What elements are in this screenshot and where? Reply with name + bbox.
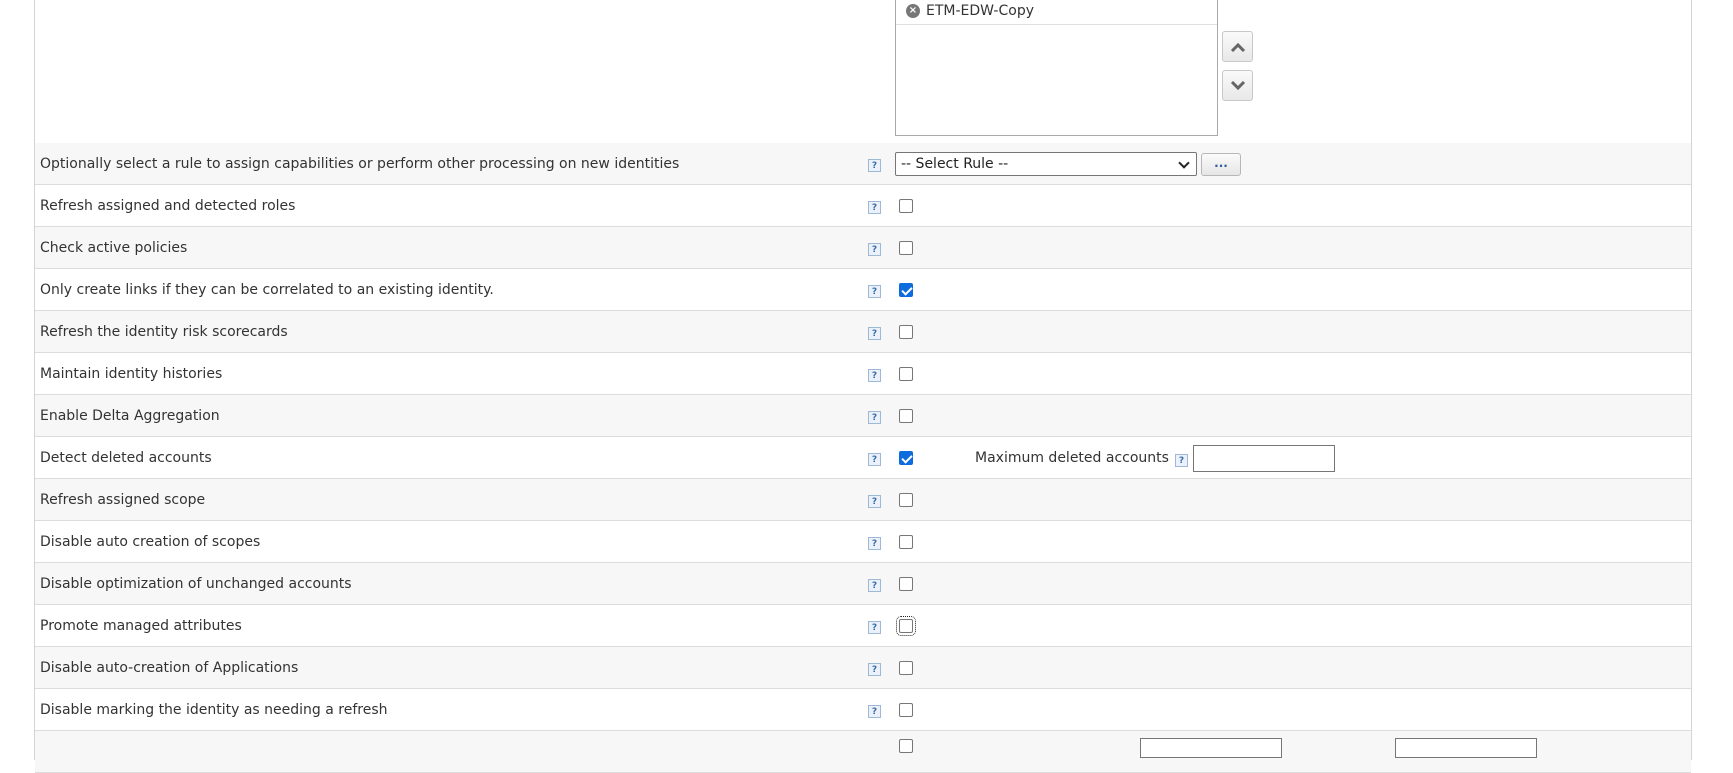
option-label: Refresh assigned and detected roles — [40, 198, 296, 214]
help-icon[interactable]: ? — [868, 327, 881, 340]
help-icon[interactable]: ? — [868, 159, 881, 172]
option-row-risk-scorecards: Refresh the identity risk scorecards ? — [35, 311, 1691, 353]
disable-applications-checkbox[interactable] — [899, 661, 913, 675]
list-item[interactable]: × ETM-EDW-Copy — [896, 0, 1217, 25]
option-row-refresh-scope: Refresh assigned scope ? — [35, 479, 1691, 521]
correlated-links-checkbox[interactable] — [899, 283, 913, 297]
rule-select-row: Optionally select a rule to assign capab… — [35, 143, 1691, 185]
help-icon[interactable]: ? — [868, 579, 881, 592]
move-up-button[interactable] — [1222, 31, 1253, 62]
help-icon[interactable]: ? — [1175, 454, 1188, 467]
disable-optimization-checkbox[interactable] — [899, 577, 913, 591]
option-label: Detect deleted accounts — [40, 450, 212, 466]
refresh-scope-checkbox[interactable] — [899, 493, 913, 507]
partial-checkbox[interactable] — [899, 739, 913, 753]
help-icon[interactable]: ? — [868, 495, 881, 508]
option-label: Promote managed attributes — [40, 618, 242, 634]
delta-aggregation-checkbox[interactable] — [899, 409, 913, 423]
help-icon[interactable]: ? — [868, 705, 881, 718]
option-label: Only create links if they can be correla… — [40, 282, 494, 298]
help-icon[interactable]: ? — [868, 453, 881, 466]
option-row-partial — [35, 731, 1691, 773]
task-options-form: × ETM-EDW-Copy Optionally select a rule … — [34, 0, 1692, 773]
application-list-row: × ETM-EDW-Copy — [35, 0, 1691, 144]
check-policies-checkbox[interactable] — [899, 241, 913, 255]
chevron-up-icon — [1230, 42, 1245, 52]
help-icon[interactable]: ? — [868, 201, 881, 214]
rule-select-value: -- Select Rule -- — [901, 156, 1009, 172]
option-row-correlated-links: Only create links if they can be correla… — [35, 269, 1691, 311]
option-row-delta-aggregation: Enable Delta Aggregation ? — [35, 395, 1691, 437]
help-icon[interactable]: ? — [868, 243, 881, 256]
max-deleted-label: Maximum deleted accounts — [975, 450, 1169, 466]
rule-select[interactable]: -- Select Rule -- — [895, 152, 1197, 176]
option-row-refresh-roles: Refresh assigned and detected roles ? — [35, 185, 1691, 227]
chevron-down-icon — [1178, 157, 1190, 169]
help-icon[interactable]: ? — [868, 537, 881, 550]
option-label: Maintain identity histories — [40, 366, 223, 382]
help-icon[interactable]: ? — [868, 285, 881, 298]
rule-select-label: Optionally select a rule to assign capab… — [40, 156, 680, 172]
option-row-promote-attributes: Promote managed attributes ? — [35, 605, 1691, 647]
option-row-disable-optimization: Disable optimization of unchanged accoun… — [35, 563, 1691, 605]
option-label: Disable marking the identity as needing … — [40, 702, 388, 718]
partial-input[interactable] — [1395, 738, 1537, 758]
promote-attributes-checkbox[interactable] — [896, 616, 916, 636]
option-row-disable-applications: Disable auto-creation of Applications ? — [35, 647, 1691, 689]
option-label: Disable optimization of unchanged accoun… — [40, 576, 352, 592]
chevron-down-icon — [1230, 80, 1245, 90]
option-label: Check active policies — [40, 240, 188, 256]
option-row-identity-histories: Maintain identity histories ? — [35, 353, 1691, 395]
list-item-label: ETM-EDW-Copy — [926, 2, 1034, 19]
option-label: Enable Delta Aggregation — [40, 408, 220, 424]
help-icon[interactable]: ? — [868, 369, 881, 382]
option-row-disable-refresh-marking: Disable marking the identity as needing … — [35, 689, 1691, 731]
option-label: Disable auto creation of scopes — [40, 534, 261, 550]
help-icon[interactable]: ? — [868, 621, 881, 634]
disable-refresh-marking-checkbox[interactable] — [899, 703, 913, 717]
remove-icon[interactable]: × — [906, 3, 920, 18]
option-row-check-policies: Check active policies ? — [35, 227, 1691, 269]
risk-scorecards-checkbox[interactable] — [899, 325, 913, 339]
move-down-button[interactable] — [1222, 70, 1253, 101]
help-icon[interactable]: ? — [868, 411, 881, 424]
disable-scopes-checkbox[interactable] — [899, 535, 913, 549]
option-label: Refresh assigned scope — [40, 492, 206, 508]
option-row-disable-scopes: Disable auto creation of scopes ? — [35, 521, 1691, 563]
max-deleted-input[interactable] — [1193, 445, 1335, 472]
option-label: Refresh the identity risk scorecards — [40, 324, 288, 340]
partial-input[interactable] — [1140, 738, 1282, 758]
option-row-detect-deleted: Detect deleted accounts ? Maximum delete… — [35, 437, 1691, 479]
browse-rule-button[interactable]: ... — [1201, 153, 1241, 176]
refresh-roles-checkbox[interactable] — [899, 199, 913, 213]
option-label: Disable auto-creation of Applications — [40, 660, 299, 676]
detect-deleted-checkbox[interactable] — [899, 451, 913, 465]
identity-histories-checkbox[interactable] — [899, 367, 913, 381]
help-icon[interactable]: ? — [868, 663, 881, 676]
application-listbox[interactable]: × ETM-EDW-Copy — [895, 0, 1218, 136]
